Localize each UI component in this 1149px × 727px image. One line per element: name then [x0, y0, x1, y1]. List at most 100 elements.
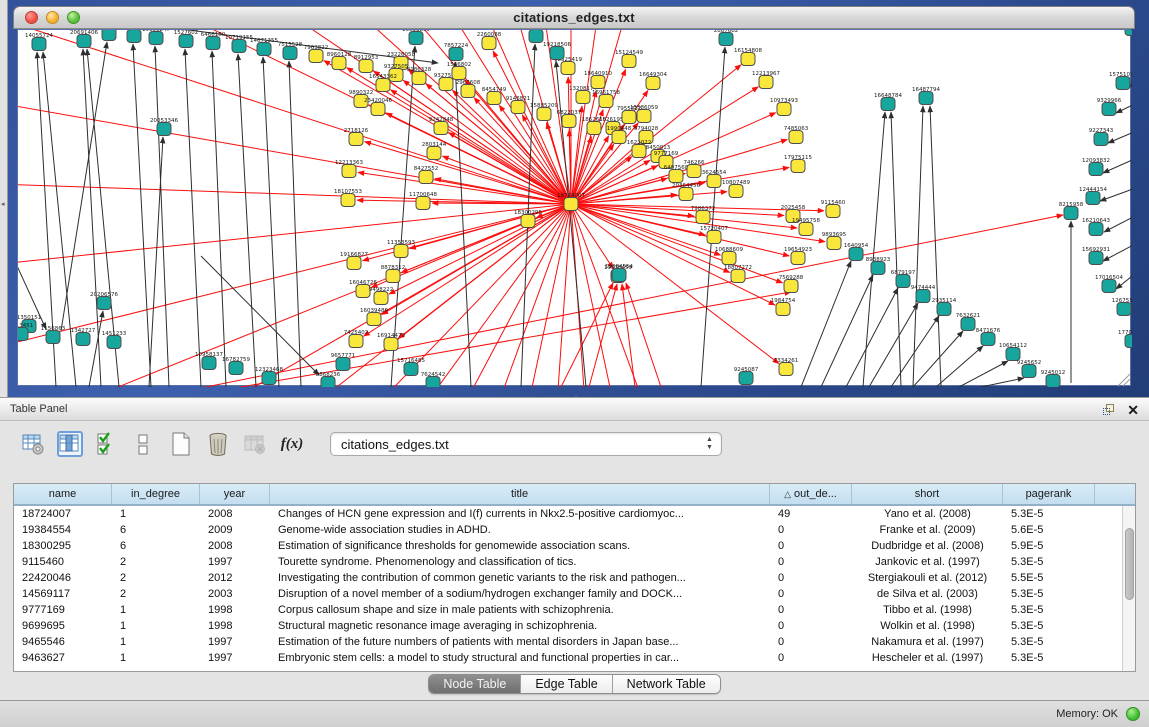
graph-node[interactable]: 8960128 — [327, 52, 352, 70]
graph-node[interactable]: 2053181 — [97, 30, 122, 41]
graph-node[interactable]: 16649304 — [639, 72, 667, 90]
graph-node[interactable]: 7569288 — [779, 275, 804, 293]
graph-node[interactable]: 7624542 — [421, 372, 446, 387]
graph-node[interactable]: 9227343 — [1089, 128, 1114, 146]
graph-node[interactable]: 8471676 — [976, 328, 1001, 346]
graph-node[interactable]: 10653247 — [142, 30, 170, 45]
graph-node[interactable]: 12444154 — [1079, 187, 1107, 205]
graph-node[interactable]: 1342727 — [71, 328, 96, 346]
column-header-out-de-[interactable]: △out_de... — [770, 484, 852, 504]
table-row[interactable]: 969969511998Structural magnetic resonanc… — [14, 618, 1135, 634]
table-row[interactable]: 946554611997Estimation of the future num… — [14, 634, 1135, 650]
graph-node[interactable]: 23420046 — [364, 98, 392, 116]
column-header-pagerank[interactable]: pagerank — [1003, 484, 1095, 504]
table-selector-dropdown[interactable]: citations_edges.txt ▲▼ — [330, 432, 722, 456]
graph-node[interactable]: 7485063 — [784, 126, 809, 144]
column-header-short[interactable]: short — [852, 484, 1003, 504]
graph-node[interactable]: 7515528 — [278, 42, 303, 60]
graph-node[interactable]: 9329966 — [1097, 98, 1122, 116]
graph-node[interactable]: 7963822 — [304, 45, 329, 63]
tab-node-table[interactable]: Node Table — [429, 675, 521, 693]
table-row[interactable]: 977716911998Corpus callosum shape and si… — [14, 602, 1135, 618]
canvas-resize-grip[interactable] — [1118, 374, 1130, 386]
close-panel-icon[interactable]: ✕ — [1127, 403, 1139, 417]
graph-node[interactable]: 12093832 — [1082, 158, 1110, 176]
select-all-rows-icon[interactable] — [94, 431, 120, 457]
column-header-title[interactable]: title — [270, 484, 770, 504]
graph-node[interactable]: 9245087 — [734, 367, 759, 385]
graph-node[interactable]: 1451233 — [102, 331, 127, 349]
network-window-titlebar[interactable]: citations_edges.txt — [13, 6, 1135, 29]
column-edit-icon[interactable] — [57, 431, 83, 457]
graph-node[interactable]: 20053346 — [150, 118, 178, 136]
tab-edge-table[interactable]: Edge Table — [521, 675, 612, 693]
graph-node[interactable]: 1984754 — [771, 298, 796, 316]
graph-node[interactable]: 16782759 — [222, 357, 250, 375]
graph-node[interactable]: 12213967 — [752, 71, 780, 89]
graph-node[interactable]: 9498222 — [369, 287, 394, 305]
float-panel-icon[interactable] — [1103, 404, 1115, 416]
graph-node[interactable]: 15751074 — [1109, 72, 1132, 90]
graph-node[interactable]: 16210643 — [1082, 218, 1110, 236]
delete-table-icon[interactable] — [242, 431, 268, 457]
graph-node[interactable]: 18107553 — [334, 189, 362, 207]
table-row[interactable]: 946362711997Embryonic stem cells: a mode… — [14, 650, 1135, 666]
graph-node[interactable]: 9245012 — [1041, 370, 1066, 387]
table-vertical-scrollbar[interactable] — [1122, 506, 1135, 672]
graph-node[interactable]: 9115460 — [821, 200, 846, 218]
graph-node[interactable]: 8215958 — [1059, 202, 1084, 220]
graph-node[interactable]: 7986372 — [691, 206, 716, 224]
graph-node[interactable]: 12213363 — [335, 160, 363, 178]
graph-node[interactable]: 10654112 — [999, 343, 1027, 361]
graph-node[interactable]: 15692931 — [1082, 247, 1110, 265]
function-builder-icon[interactable]: f(x) — [279, 431, 305, 457]
graph-node[interactable]: 20691406 — [70, 30, 98, 48]
graph-node[interactable]: 8813054 — [524, 30, 549, 43]
graph-node[interactable]: 9245652 — [1017, 360, 1042, 378]
table-row[interactable]: 2242004622012Investigating the contribut… — [14, 570, 1135, 586]
delete-rows-icon[interactable] — [205, 431, 231, 457]
graph-node[interactable]: 10688609 — [715, 247, 743, 265]
graph-node[interactable]: 15885209 — [530, 103, 558, 121]
graph-node[interactable]: 17016504 — [1095, 275, 1123, 293]
graph-node[interactable]: 2887682 — [714, 30, 739, 46]
graph-node[interactable]: 7425402 — [344, 330, 369, 348]
graph-node[interactable]: 17975115 — [784, 155, 812, 173]
graph-node[interactable]: 16487794 — [912, 87, 940, 105]
graph-node[interactable]: 8868236 — [316, 372, 341, 387]
graph-node[interactable]: 17706532 — [1118, 330, 1132, 348]
graph-node[interactable]: 16961758 — [592, 90, 620, 108]
graph-node[interactable]: 15124549 — [615, 50, 643, 68]
graph-node[interactable]: 19495758 — [792, 218, 820, 236]
column-header-in-degree[interactable]: in_degree — [112, 484, 200, 504]
graph-node[interactable]: 7857224 — [444, 43, 469, 61]
graph-node[interactable]: 16154808 — [734, 48, 762, 66]
table-row[interactable]: 1872400712008Changes of HCN gene express… — [14, 506, 1135, 522]
graph-node[interactable]: 1267534 — [1112, 298, 1132, 316]
network-graph-canvas[interactable]: 1872400779638228960128891295323226058932… — [17, 29, 1131, 386]
graph-node[interactable]: 16033809 — [402, 30, 430, 45]
graph-node[interactable]: 1156863 — [41, 326, 66, 344]
graph-node[interactable]: 18807272 — [724, 265, 752, 283]
create-table-icon[interactable] — [168, 431, 194, 457]
graph-node[interactable]: 20206576 — [90, 292, 118, 310]
tab-network-table[interactable]: Network Table — [613, 675, 720, 693]
scrollbar-thumb[interactable] — [1125, 528, 1134, 600]
column-header-year[interactable]: year — [200, 484, 270, 504]
graph-node[interactable]: 10807489 — [722, 180, 750, 198]
graph-node[interactable]: 8912953 — [354, 55, 379, 73]
graph-node[interactable]: 9242848 — [429, 117, 454, 135]
column-header-name[interactable]: name — [14, 484, 112, 504]
table-row[interactable]: 1830029562008Estimation of significance … — [14, 538, 1135, 554]
graph-node[interactable]: 6822037 — [557, 110, 582, 128]
graph-node[interactable]: 8938923 — [866, 257, 891, 275]
graph-node[interactable]: 19384554 — [605, 264, 633, 282]
graph-node[interactable]: 9274502 — [1120, 30, 1132, 36]
table-row[interactable]: 1456911722003Disruption of a novel membe… — [14, 586, 1135, 602]
graph-node[interactable]: 7334261 — [774, 358, 799, 376]
graph-node[interactable]: 6466160 — [201, 32, 226, 50]
graph-node[interactable]: 16648784 — [874, 93, 902, 111]
graph-node[interactable]: 14055724 — [25, 33, 53, 51]
memory-ok-indicator[interactable] — [1126, 707, 1140, 721]
table-row[interactable]: 911546021997Tourette syndrome. Phenomeno… — [14, 554, 1135, 570]
